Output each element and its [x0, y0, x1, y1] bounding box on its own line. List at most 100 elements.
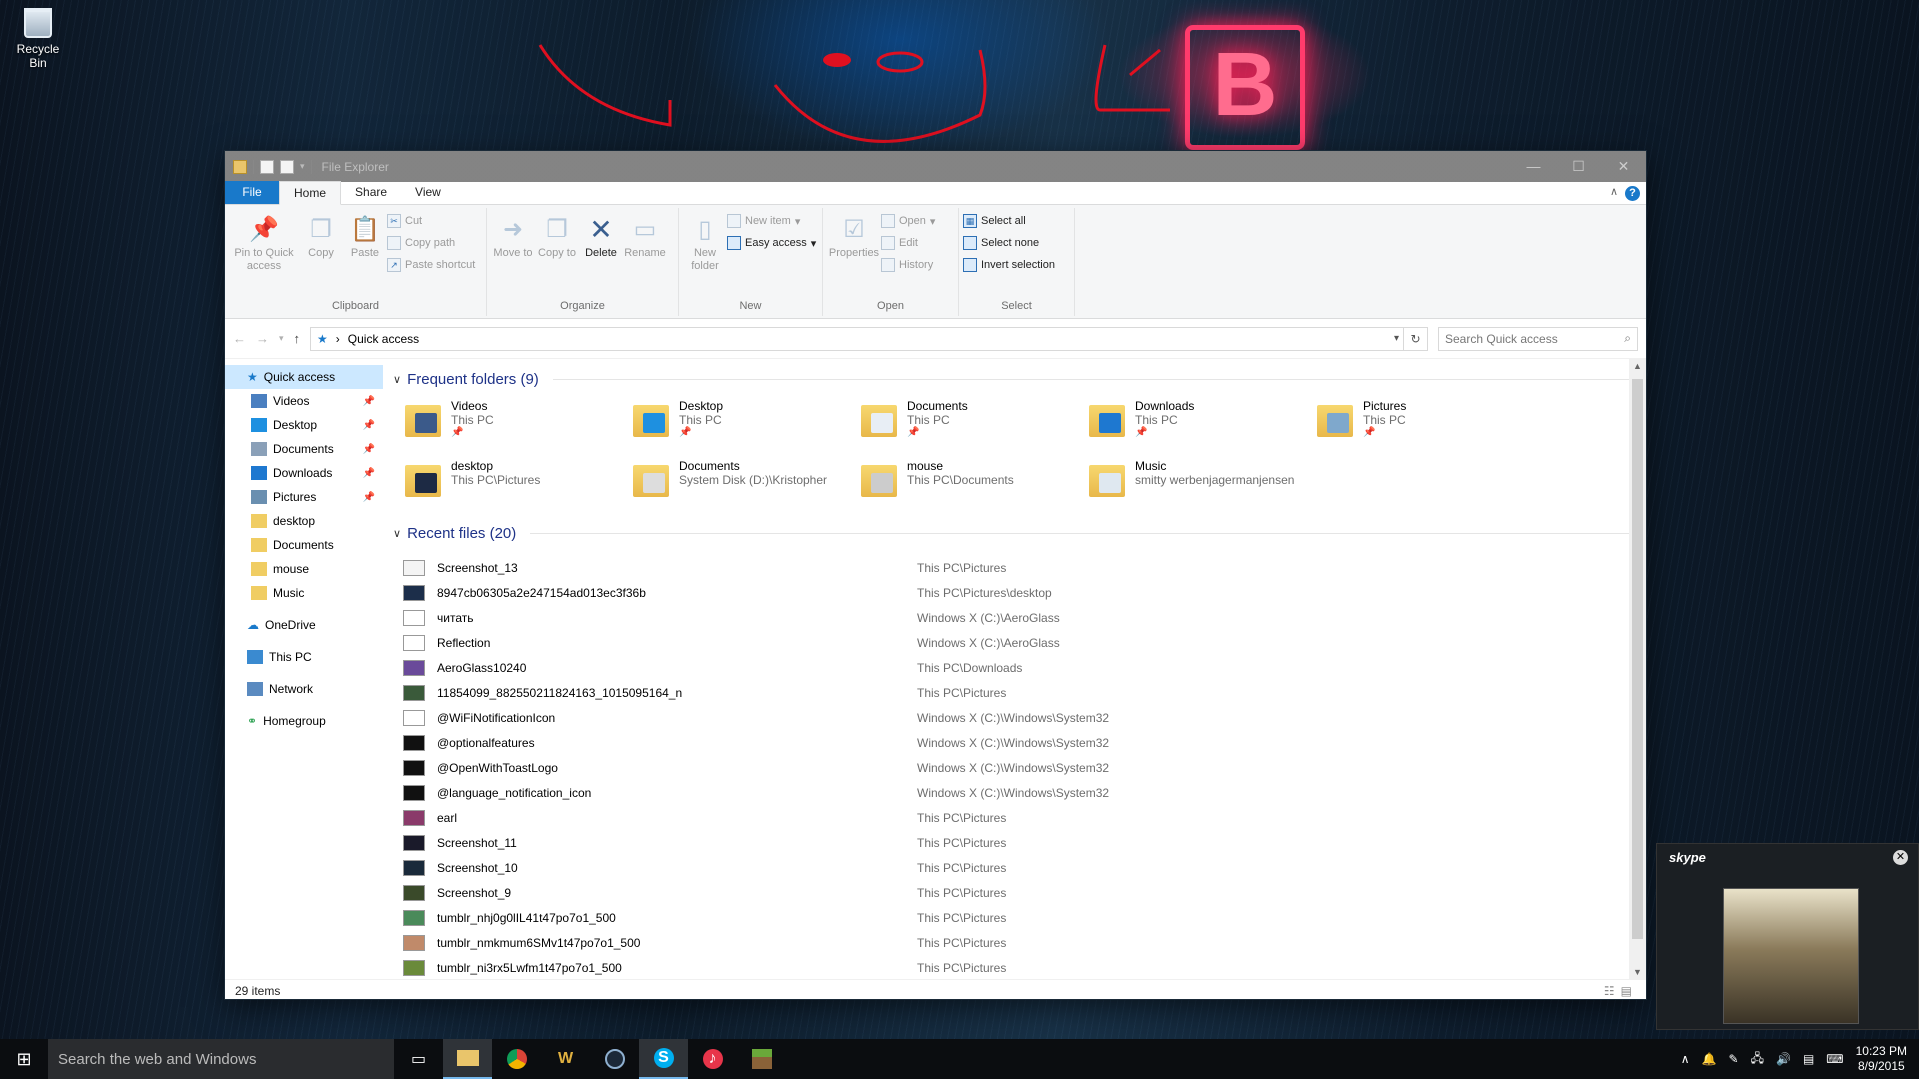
recent-file-row[interactable]: tumblr_nhj0g0lIL41t47po7o1_500 This PC\Pi… [393, 905, 1634, 930]
nav-item-onedrive[interactable]: ☁ OneDrive [225, 613, 383, 637]
tab-file[interactable]: File [225, 181, 279, 204]
chrome-icon[interactable] [492, 1039, 541, 1079]
frequent-folders-header[interactable]: ∨ Frequent folders (9) [393, 367, 1634, 391]
frequent-folder-tile[interactable]: mouse This PC\Documents [859, 459, 1087, 509]
address-bar[interactable]: ★ › Quick access ▾ ↻ [310, 326, 1428, 351]
recent-file-row[interactable]: читать Windows X (C:)\AeroGlass [393, 605, 1634, 630]
recent-file-row[interactable]: 8947cb06305a2e247154ad013ec3f36b This PC\… [393, 580, 1634, 605]
action-center-icon[interactable]: ▤ [1803, 1052, 1814, 1066]
nav-item-network[interactable]: Network [225, 677, 383, 701]
nav-item-mouse[interactable]: mouse [225, 557, 383, 581]
nav-item-desktop[interactable]: Desktop 📌 [225, 413, 383, 437]
recent-locations-chevron-icon[interactable]: ▾ [279, 333, 284, 344]
start-button[interactable]: ⊞ [0, 1039, 48, 1079]
easy-access-button[interactable]: Easy access ▾ [727, 234, 816, 252]
frequent-folder-tile[interactable]: Documents System Disk (D:)\Kristopher [631, 459, 859, 509]
pin-icon[interactable]: 📌 [363, 420, 375, 431]
file-explorer-taskbar-icon[interactable] [443, 1039, 492, 1079]
pin-icon[interactable]: 📌 [363, 468, 375, 479]
breadcrumb[interactable]: Quick access [348, 332, 419, 346]
recent-file-row[interactable]: Screenshot_10 This PC\Pictures [393, 855, 1634, 880]
quick-access-toolbar-dropdown-icon[interactable]: ▾ [300, 161, 305, 172]
steam-icon[interactable] [590, 1039, 639, 1079]
frequent-folder-tile[interactable]: Downloads This PC 📌 [1087, 399, 1315, 449]
scrollbar-thumb[interactable] [1632, 379, 1643, 939]
volume-icon[interactable]: 🔊 [1776, 1052, 1791, 1066]
recent-file-row[interactable]: Reflection Windows X (C:)\AeroGlass [393, 630, 1634, 655]
recent-file-row[interactable]: AeroGlass10240 This PC\Downloads [393, 655, 1634, 680]
search-input[interactable]: Search Quick access ⌕ [1438, 326, 1638, 351]
recent-file-row[interactable]: 11854099_882550211824163_1015095164_n Thi… [393, 680, 1634, 705]
nav-item-documents[interactable]: Documents 📌 [225, 437, 383, 461]
task-view-icon[interactable]: ▭ [394, 1039, 443, 1079]
vertical-scrollbar[interactable]: ▲ ▼ [1629, 359, 1646, 979]
pin-icon[interactable]: 📌 [363, 492, 375, 503]
itunes-icon[interactable]: ♪ [688, 1039, 737, 1079]
back-arrow-icon[interactable]: ← [233, 331, 246, 346]
new-item-button[interactable]: New item ▾ [727, 212, 816, 230]
recent-file-row[interactable]: Screenshot_11 This PC\Pictures [393, 830, 1634, 855]
address-dropdown-icon[interactable]: ▾ [1394, 333, 1399, 344]
pin-icon[interactable]: 📌 [363, 396, 375, 407]
world-of-warcraft-icon[interactable]: W [541, 1039, 590, 1079]
pen-icon[interactable]: ✎ [1729, 1052, 1739, 1066]
tab-home[interactable]: Home [279, 181, 342, 205]
minimize-button[interactable]: — [1511, 151, 1556, 182]
close-button[interactable]: ✕ [1601, 151, 1646, 182]
select-none-button[interactable]: Select none [963, 234, 1055, 252]
pin-icon[interactable]: 📌 [363, 444, 375, 455]
network-icon[interactable]: 🖧 [1751, 1049, 1764, 1070]
frequent-folder-tile[interactable]: Documents This PC 📌 [859, 399, 1087, 449]
invert-selection-button[interactable]: Invert selection [963, 256, 1055, 274]
maximize-button[interactable]: ☐ [1556, 151, 1601, 182]
properties-quick-icon[interactable] [260, 159, 274, 174]
tab-view[interactable]: View [401, 181, 455, 204]
recent-file-row[interactable]: @language_notification_icon Windows X (C:… [393, 780, 1634, 805]
close-icon[interactable]: ✕ [1893, 850, 1908, 865]
recent-file-row[interactable]: Screenshot_13 This PC\Pictures [393, 555, 1634, 580]
show-hidden-icons-chevron-icon[interactable]: ∧ [1681, 1052, 1690, 1066]
forward-arrow-icon[interactable]: → [256, 331, 269, 346]
copy-path-button[interactable]: Copy path [387, 234, 475, 252]
skype-taskbar-icon[interactable]: S [639, 1039, 688, 1079]
open-button[interactable]: Open ▾ [881, 212, 935, 230]
history-button[interactable]: History [881, 256, 935, 274]
title-bar[interactable]: ▾ File Explorer — ☐ ✕ [225, 151, 1646, 182]
refresh-icon[interactable]: ↻ [1403, 327, 1427, 350]
skype-call-window[interactable]: skype ✕ [1656, 843, 1919, 1030]
nav-item-downloads[interactable]: Downloads 📌 [225, 461, 383, 485]
nav-item-desktop[interactable]: desktop [225, 509, 383, 533]
taskbar-search-input[interactable]: Search the web and Windows [48, 1039, 394, 1079]
frequent-folder-tile[interactable]: Music smitty werbenjagermanjensen [1087, 459, 1315, 509]
recent-file-row[interactable]: @WiFiNotificationIcon Windows X (C:)\Wind… [393, 705, 1634, 730]
nav-item-music[interactable]: Music [225, 581, 383, 605]
recent-file-row[interactable]: Screenshot_9 This PC\Pictures [393, 880, 1634, 905]
paste-shortcut-button[interactable]: ↗ Paste shortcut [387, 256, 475, 274]
notification-bell-icon[interactable]: 🔔 [1702, 1052, 1717, 1066]
help-icon[interactable]: ? [1625, 186, 1640, 201]
nav-item-videos[interactable]: Videos 📌 [225, 389, 383, 413]
nav-item-documents[interactable]: Documents [225, 533, 383, 557]
tab-share[interactable]: Share [341, 181, 401, 204]
collapse-ribbon-icon[interactable]: ∧ [1610, 185, 1618, 198]
frequent-folder-tile[interactable]: Desktop This PC 📌 [631, 399, 859, 449]
view-toggle-icons[interactable]: ☷▤ [1604, 984, 1638, 998]
nav-item-this-pc[interactable]: This PC [225, 645, 383, 669]
nav-item-homegroup[interactable]: ⚭ Homegroup [225, 709, 383, 733]
frequent-folder-tile[interactable]: Videos This PC 📌 [403, 399, 631, 449]
edit-button[interactable]: Edit [881, 234, 935, 252]
cut-button[interactable]: ✂ Cut [387, 212, 475, 230]
recent-file-row[interactable]: @optionalfeatures Windows X (C:)\Windows\… [393, 730, 1634, 755]
nav-item-quick-access[interactable]: ★ Quick access [225, 365, 383, 389]
recent-file-row[interactable]: @OpenWithToastLogo Windows X (C:)\Windows… [393, 755, 1634, 780]
up-arrow-icon[interactable]: ↑ [294, 331, 301, 346]
select-all-button[interactable]: ▦ Select all [963, 212, 1055, 230]
recent-file-row[interactable]: earl This PC\Pictures [393, 805, 1634, 830]
frequent-folder-tile[interactable]: Pictures This PC 📌 [1315, 399, 1543, 449]
minecraft-icon[interactable] [737, 1039, 786, 1079]
recent-file-row[interactable]: tumblr_nmkmum6SMv1t47po7o1_500 This PC\Pi… [393, 930, 1634, 955]
recycle-bin[interactable]: Recycle Bin [8, 8, 68, 70]
nav-item-pictures[interactable]: Pictures 📌 [225, 485, 383, 509]
recent-files-header[interactable]: ∨ Recent files (20) [393, 521, 1634, 545]
recent-file-row[interactable]: tumblr_ni3rx5Lwfm1t47po7o1_500 This PC\Pi… [393, 955, 1634, 979]
